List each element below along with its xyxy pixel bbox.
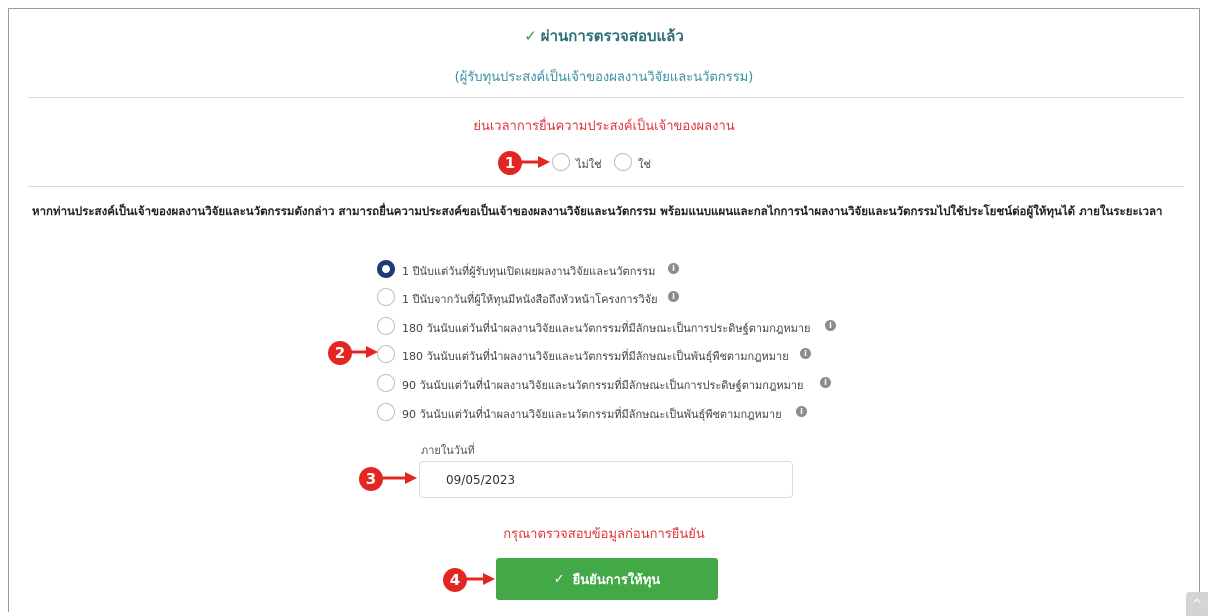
period-option-radio[interactable] xyxy=(377,345,395,363)
ownership-question: ย่นเวลาการยื่นความประสงค์เป็นเจ้าของผลงา… xyxy=(473,119,735,134)
ownership-description: หากท่านประสงค์เป็นเจ้าของผลงานวิจัยและนว… xyxy=(32,204,1163,218)
radio-option-yes[interactable] xyxy=(614,153,632,171)
annotation-arrow-icon xyxy=(520,156,550,168)
radio-option-yes-label: ใช่ xyxy=(638,158,651,171)
divider xyxy=(28,186,1184,187)
period-option-label: 180 วันนับแต่วันที่นำผลงานวิจัยและนวัตกร… xyxy=(402,350,789,363)
annotation-arrow-icon xyxy=(350,346,378,358)
period-option-radio[interactable] xyxy=(377,317,395,335)
checkmark-icon: ✓ xyxy=(553,571,565,587)
scroll-to-top-button[interactable]: ^ xyxy=(1186,592,1208,616)
radio-option-no-label: ไม่ใช่ xyxy=(576,158,602,171)
period-option-label: 90 วันนับแต่วันที่นำผลงานวิจัยและนวัตกรร… xyxy=(402,408,782,421)
status-text: ผ่านการตรวจสอบแล้ว xyxy=(540,27,684,45)
confirm-grant-label: ยืนยันการให้ทุน xyxy=(572,572,661,588)
annotation-marker-3: 3 xyxy=(359,467,383,491)
form-panel xyxy=(8,8,1200,612)
info-icon[interactable]: i xyxy=(800,348,811,359)
period-option-label: 90 วันนับแต่วันที่นำผลงานวิจัยและนวัตกรร… xyxy=(402,379,804,392)
info-icon[interactable]: i xyxy=(820,377,831,388)
info-icon[interactable]: i xyxy=(668,291,679,302)
annotation-marker-1: 1 xyxy=(498,151,522,175)
info-icon[interactable]: i xyxy=(668,263,679,274)
date-input[interactable] xyxy=(419,461,793,498)
confirm-warning: กรุณาตรวจสอบข้อมูลก่อนการยืนยัน xyxy=(503,527,705,542)
verification-status: ✓ ผ่านการตรวจสอบแล้ว xyxy=(0,24,1208,48)
checkmark-icon: ✓ xyxy=(524,27,537,45)
period-option-radio[interactable] xyxy=(377,403,395,421)
info-icon[interactable]: i xyxy=(825,320,836,331)
annotation-marker-2: 2 xyxy=(328,341,352,365)
period-option-label: 1 ปีนับแต่วันที่ผู้รับทุนเปิดเผยผลงานวิจ… xyxy=(402,265,656,278)
period-option-radio[interactable] xyxy=(377,288,395,306)
period-option-radio[interactable] xyxy=(377,374,395,392)
info-icon[interactable]: i xyxy=(796,406,807,417)
annotation-arrow-icon xyxy=(381,472,417,484)
period-option-radio[interactable] xyxy=(377,260,395,278)
ownership-subtitle: (ผู้รับทุนประสงค์เป็นเจ้าของผลงานวิจัยแล… xyxy=(454,70,754,85)
annotation-arrow-icon xyxy=(465,573,495,585)
annotation-marker-4: 4 xyxy=(443,568,467,592)
date-field-label: ภายในวันที่ xyxy=(421,444,475,457)
divider xyxy=(28,97,1184,98)
period-option-label: 1 ปีนับจากวันที่ผู้ให้ทุนมีหนังสือถึงหัว… xyxy=(402,293,658,306)
confirm-grant-button[interactable]: ✓ ยืนยันการให้ทุน xyxy=(496,558,718,600)
period-option-label: 180 วันนับแต่วันที่นำผลงานวิจัยและนวัตกร… xyxy=(402,322,811,335)
radio-option-no[interactable] xyxy=(552,153,570,171)
